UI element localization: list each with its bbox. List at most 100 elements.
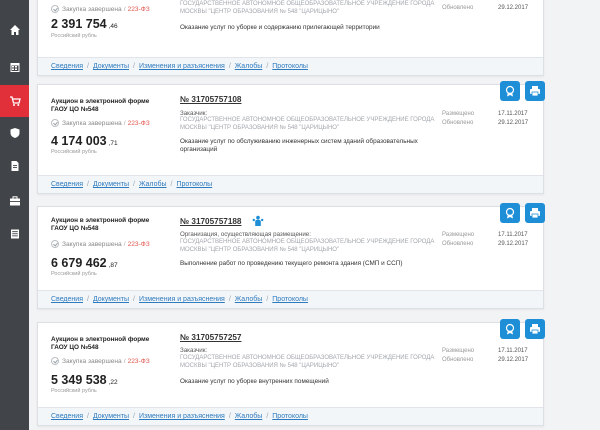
updated-date: 29.12.2017 [498, 5, 529, 11]
procedure-type: Аукцион в электронной форме ГАОУ ЦО №548 [51, 217, 149, 233]
sidebar-item-contracts[interactable] [0, 185, 29, 217]
sidebar-item-documents[interactable] [0, 150, 29, 182]
customer-name[interactable]: ГОСУДАРСТВЕННОЕ АВТОНОМНОЕ ОБЩЕОБРАЗОВАТ… [180, 1, 450, 16]
card-links: Сведения / Документы / Жалобы / Протоколы [38, 175, 543, 193]
published-label: Размещено [442, 348, 475, 354]
updated-date: 29.12.2017 [498, 120, 529, 126]
purchase-status: Закупка завершена / 223-ФЗ [51, 240, 150, 248]
law-label: 223-ФЗ [127, 240, 150, 248]
customer-name[interactable]: ГОСУДАРСТВЕННОЕ АВТОНОМНОЕ ОБЩЕОБРАЗОВАТ… [180, 239, 450, 254]
currency-label: Российский рубль [51, 388, 97, 394]
price-kopecks: ,46 [108, 23, 118, 30]
sidebar-item-purchases[interactable] [0, 85, 29, 117]
print-button[interactable] [525, 81, 545, 101]
procedure-type: Аукцион в электронной форме ГАОУ ЦО №548 [51, 336, 149, 352]
status-text: Закупка завершена [62, 119, 122, 127]
link-details[interactable]: Сведения [51, 181, 83, 188]
print-button[interactable] [525, 203, 545, 223]
sidebar-item-registry[interactable] [0, 218, 29, 250]
price-kopecks: ,87 [108, 262, 118, 269]
briefcase-icon [9, 196, 20, 206]
print-icon [530, 324, 540, 335]
customer-name[interactable]: ГОСУДАРСТВЕННОЕ АВТОНОМНОЕ ОБЩЕОБРАЗОВАТ… [180, 117, 450, 132]
sidebar-item-calendar[interactable] [0, 51, 29, 83]
award-button[interactable] [500, 319, 520, 339]
link-complaints[interactable]: Жалобы [235, 63, 263, 70]
currency-label: Российский рубль [51, 271, 97, 277]
published-label: Размещено [442, 111, 475, 117]
sidebar-item-home[interactable] [0, 14, 29, 46]
law-label: 223-ФЗ [127, 357, 150, 365]
link-changes[interactable]: Изменения и разъяснения [139, 63, 225, 70]
procedure-type-label: Аукцион в электронной форме [51, 98, 150, 105]
award-button[interactable] [500, 81, 520, 101]
published-date: 17.11.2017 [498, 232, 528, 238]
purchase-card: Аукцион в электронной форме ГАОУ ЦО №548… [37, 319, 545, 426]
link-details[interactable]: Сведения [51, 296, 83, 303]
sidebar-item-protection[interactable] [0, 117, 29, 149]
purchase-card: Закупка завершена / 223-ФЗ 2 391 754,46 … [37, 0, 544, 76]
purchase-number-link[interactable]: № 31705757257 [180, 333, 242, 342]
link-complaints[interactable]: Жалобы [235, 413, 263, 420]
status-text: Закупка завершена [62, 5, 122, 13]
published-date: 17.11.2017 [498, 348, 528, 354]
law-label: 223-ФЗ [127, 119, 150, 127]
link-documents[interactable]: Документы [93, 296, 129, 303]
purchase-card: Аукцион в электронной форме ГАОУ ЦО №548… [37, 203, 545, 309]
updated-label: Обновлено [442, 120, 474, 126]
organization-short: ГАОУ ЦО №548 [51, 106, 99, 113]
check-circle-icon [51, 5, 59, 13]
customer-role-label: Заказчик: [180, 347, 208, 354]
award-button[interactable] [500, 203, 520, 223]
award-icon [505, 207, 515, 219]
link-documents[interactable]: Документы [93, 63, 129, 70]
updated-label: Обновлено [442, 241, 474, 247]
currency-label: Российский рубль [51, 33, 97, 39]
link-documents[interactable]: Документы [93, 413, 129, 420]
updated-label: Обновлено [442, 357, 474, 363]
link-protocols[interactable]: Протоколы [272, 413, 308, 420]
link-changes[interactable]: Изменения и разъяснения [139, 296, 225, 303]
link-protocols[interactable]: Протоколы [272, 296, 308, 303]
print-icon [530, 208, 540, 219]
link-protocols[interactable]: Протоколы [176, 181, 212, 188]
award-icon [505, 85, 515, 97]
price-main: 5 349 538 [51, 373, 107, 387]
updated-label: Обновлено [442, 5, 474, 11]
purchase-status: Закупка завершена / 223-ФЗ [51, 357, 150, 365]
purchase-subject: Оказание услуг по уборке и содержанию пр… [180, 24, 380, 31]
link-protocols[interactable]: Протоколы [272, 63, 308, 70]
price-main: 6 679 462 [51, 256, 107, 270]
award-icon [505, 323, 515, 335]
price-main: 2 391 754 [51, 17, 107, 31]
list-icon [10, 229, 19, 239]
organization-short: ГАОУ ЦО №548 [51, 344, 99, 351]
price-main: 4 174 003 [51, 134, 107, 148]
calendar-icon [10, 63, 19, 72]
link-changes[interactable]: Изменения и разъяснения [139, 413, 225, 420]
purchase-subject: Выполнение работ по проведению текущего … [180, 260, 403, 267]
price-kopecks: ,71 [108, 140, 118, 147]
check-circle-icon [51, 357, 59, 365]
link-details[interactable]: Сведения [51, 63, 83, 70]
customer-role-label: Заказчик: [180, 110, 208, 117]
organization-short: ГАОУ ЦО №548 [51, 225, 99, 232]
link-details[interactable]: Сведения [51, 413, 83, 420]
purchase-price: 6 679 462,87 [51, 256, 118, 270]
card-links: Сведения / Документы / Изменения и разъяснен… [38, 407, 543, 425]
purchase-status: Закупка завершена / 223-ФЗ [51, 119, 150, 127]
updated-date: 29.12.2017 [498, 241, 529, 247]
print-icon [530, 86, 540, 97]
check-circle-icon [51, 119, 59, 127]
link-documents[interactable]: Документы [93, 181, 129, 188]
link-complaints[interactable]: Жалобы [139, 181, 167, 188]
print-button[interactable] [525, 319, 545, 339]
customer-name[interactable]: ГОСУДАРСТВЕННОЕ АВТОНОМНОЕ ОБЩЕОБРАЗОВАТ… [180, 355, 450, 370]
sidebar [0, 0, 29, 430]
link-complaints[interactable]: Жалобы [235, 296, 263, 303]
purchase-number-link[interactable]: № 31705757188 [180, 217, 242, 226]
home-icon [9, 25, 20, 35]
procedure-type-label: Аукцион в электронной форме [51, 336, 150, 343]
price-kopecks: ,22 [108, 379, 118, 386]
purchase-number-link[interactable]: № 31705757108 [180, 95, 242, 104]
